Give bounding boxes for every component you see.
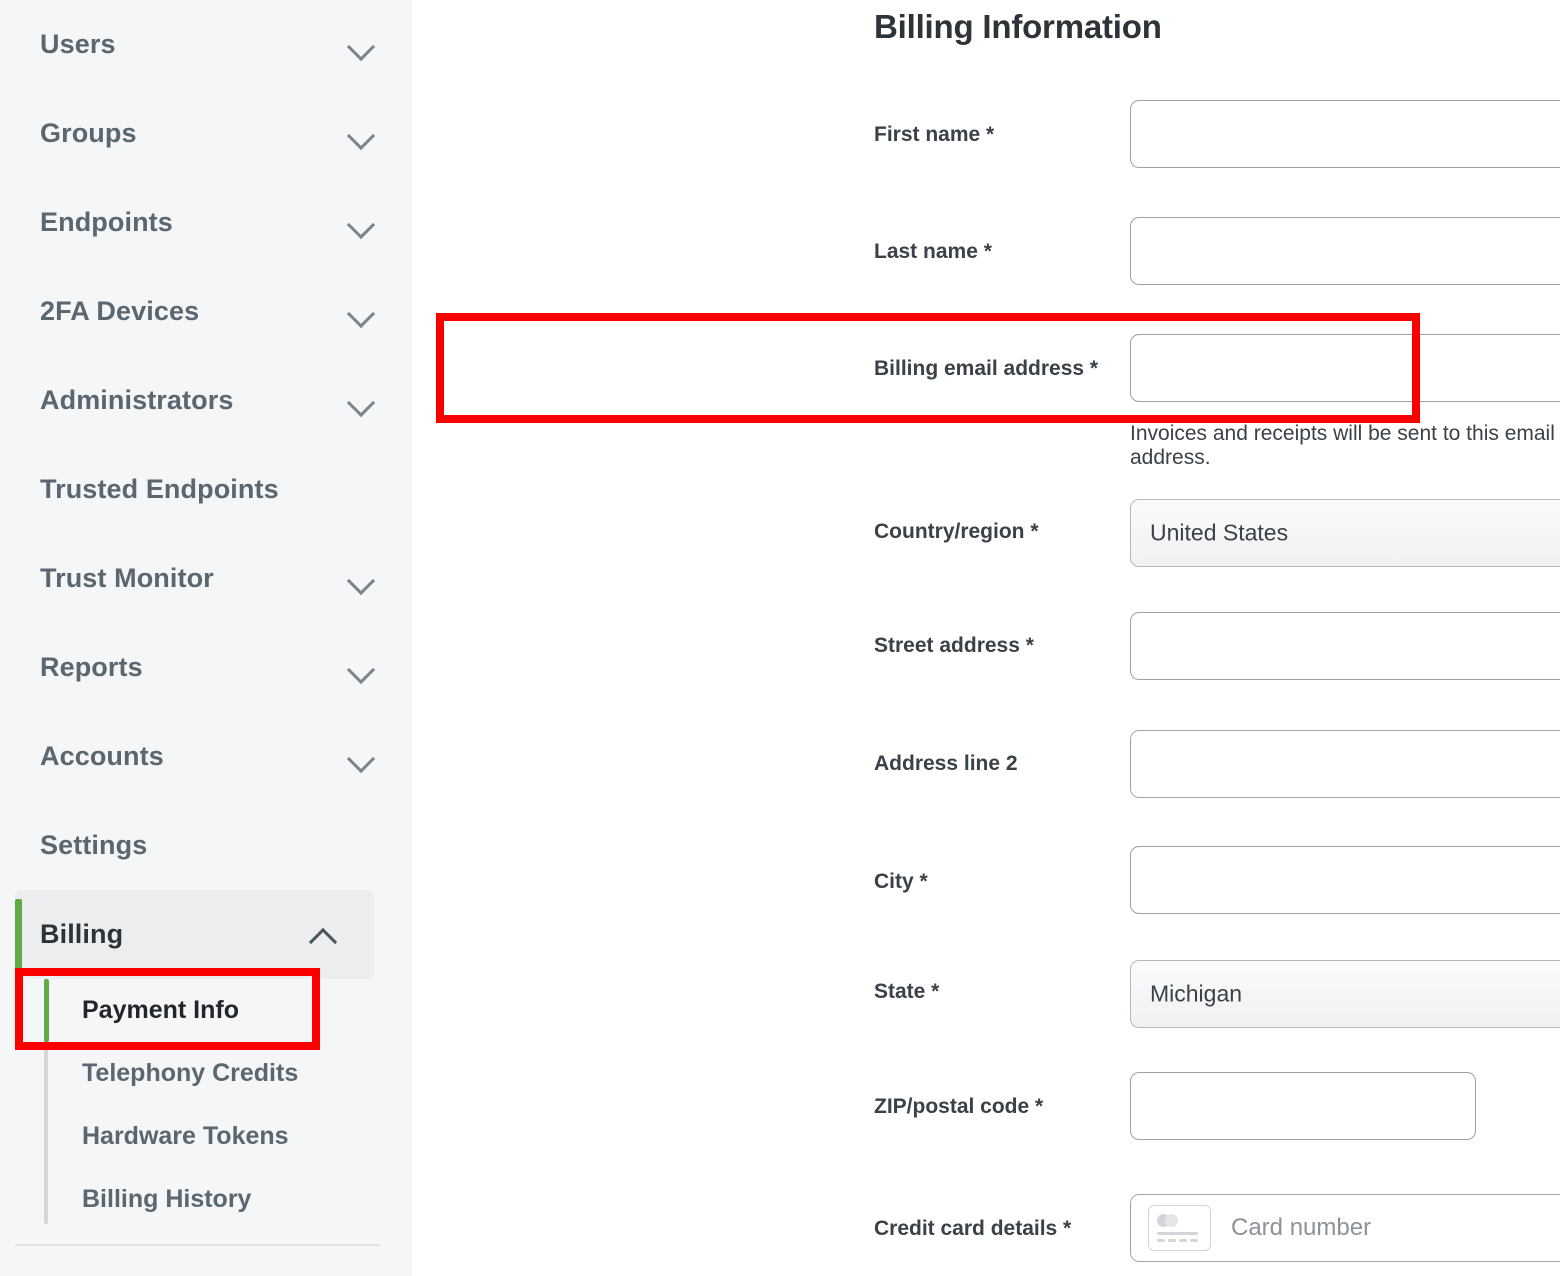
page-title: Billing Information — [874, 8, 1162, 46]
main-content: Billing Information First name * Last na… — [412, 0, 1560, 1276]
sidebar-item-label: Settings — [40, 832, 147, 859]
sidebar-subitem-billing-history[interactable]: Billing History — [44, 1168, 412, 1231]
address-line-2-input[interactable] — [1130, 730, 1560, 798]
state-label: State * — [874, 980, 939, 1004]
sidebar-item-administrators[interactable]: Administrators — [0, 356, 412, 445]
chevron-down-icon[interactable] — [348, 121, 374, 147]
sidebar-item-label: Trust Monitor — [40, 565, 214, 592]
sidebar-item-users[interactable]: Users — [0, 0, 412, 89]
active-accent-bar — [15, 899, 22, 970]
sidebar-subitem-payment-info[interactable]: Payment Info — [44, 979, 412, 1042]
billing-subnav: Payment Info Telephony Credits Hardware … — [0, 979, 412, 1231]
first-name-input[interactable] — [1130, 100, 1560, 168]
app-root: Users Groups Endpoints 2FA Devices Admin… — [0, 0, 1560, 1276]
chevron-down-icon[interactable] — [348, 299, 374, 325]
chevron-up-icon[interactable] — [310, 922, 336, 948]
credit-card-details-label: Credit card details * — [874, 1217, 1071, 1241]
sidebar-item-accounts[interactable]: Accounts — [0, 712, 412, 801]
sidebar-subitem-label: Payment Info — [82, 996, 239, 1025]
sidebar-subitem-label: Telephony Credits — [82, 1059, 298, 1088]
chevron-down-icon[interactable] — [348, 388, 374, 414]
sidebar-navigation: Users Groups Endpoints 2FA Devices Admin… — [0, 0, 412, 1276]
sidebar-subitem-telephony-credits[interactable]: Telephony Credits — [44, 1042, 412, 1105]
country-region-label: Country/region * — [874, 520, 1039, 544]
sidebar-item-label: 2FA Devices — [40, 298, 199, 325]
street-address-input[interactable] — [1130, 612, 1560, 680]
sidebar-item-trusted-endpoints[interactable]: Trusted Endpoints — [0, 445, 412, 534]
country-region-value: United States — [1150, 520, 1288, 547]
sidebar-subitem-label: Billing History — [82, 1185, 251, 1214]
sidebar-item-label: Users — [40, 31, 116, 58]
sidebar-item-billing[interactable]: Billing — [15, 890, 374, 979]
address-line-2-label: Address line 2 — [874, 752, 1018, 776]
sidebar-item-trust-monitor[interactable]: Trust Monitor — [0, 534, 412, 623]
chevron-down-icon[interactable] — [348, 32, 374, 58]
last-name-input[interactable] — [1130, 217, 1560, 285]
sidebar-item-label: Groups — [40, 120, 137, 147]
city-label: City * — [874, 870, 928, 894]
credit-card-details-input[interactable]: Card number MM / YY CVV — [1130, 1194, 1560, 1262]
sidebar-subitem-hardware-tokens[interactable]: Hardware Tokens — [44, 1105, 412, 1168]
billing-email-label: Billing email address * — [874, 357, 1098, 381]
last-name-label: Last name * — [874, 240, 992, 264]
sidebar-item-label: Billing — [40, 921, 123, 948]
sidebar-item-label: Accounts — [40, 743, 164, 770]
sidebar-item-2fa-devices[interactable]: 2FA Devices — [0, 267, 412, 356]
sidebar-item-groups[interactable]: Groups — [0, 89, 412, 178]
billing-email-helper-text: Invoices and receipts will be sent to th… — [1130, 422, 1560, 470]
billing-email-input[interactable] — [1130, 334, 1560, 402]
sidebar-item-label: Administrators — [40, 387, 233, 414]
city-input[interactable] — [1130, 846, 1560, 914]
street-address-label: Street address * — [874, 634, 1034, 658]
chevron-down-icon[interactable] — [348, 655, 374, 681]
current-accent-bar — [44, 979, 49, 1042]
zip-postal-code-label: ZIP/postal code * — [874, 1095, 1043, 1119]
sidebar-divider — [15, 1244, 380, 1246]
country-region-select[interactable]: United States × — [1130, 499, 1560, 567]
sidebar-item-label: Reports — [40, 654, 143, 681]
zip-postal-code-input[interactable] — [1130, 1072, 1476, 1140]
state-value: Michigan — [1150, 981, 1242, 1008]
sidebar-item-endpoints[interactable]: Endpoints — [0, 178, 412, 267]
credit-card-icon — [1148, 1205, 1211, 1251]
sidebar-item-label: Trusted Endpoints — [40, 476, 279, 503]
state-select[interactable]: Michigan × — [1130, 960, 1560, 1028]
first-name-label: First name * — [874, 123, 994, 147]
chevron-down-icon[interactable] — [348, 210, 374, 236]
card-number-placeholder[interactable]: Card number — [1231, 1214, 1371, 1242]
chevron-down-icon[interactable] — [348, 744, 374, 770]
sidebar-item-reports[interactable]: Reports — [0, 623, 412, 712]
sidebar-item-settings[interactable]: Settings — [0, 801, 412, 890]
sidebar-item-label: Endpoints — [40, 209, 173, 236]
sidebar-subitem-label: Hardware Tokens — [82, 1122, 289, 1151]
chevron-down-icon[interactable] — [348, 566, 374, 592]
